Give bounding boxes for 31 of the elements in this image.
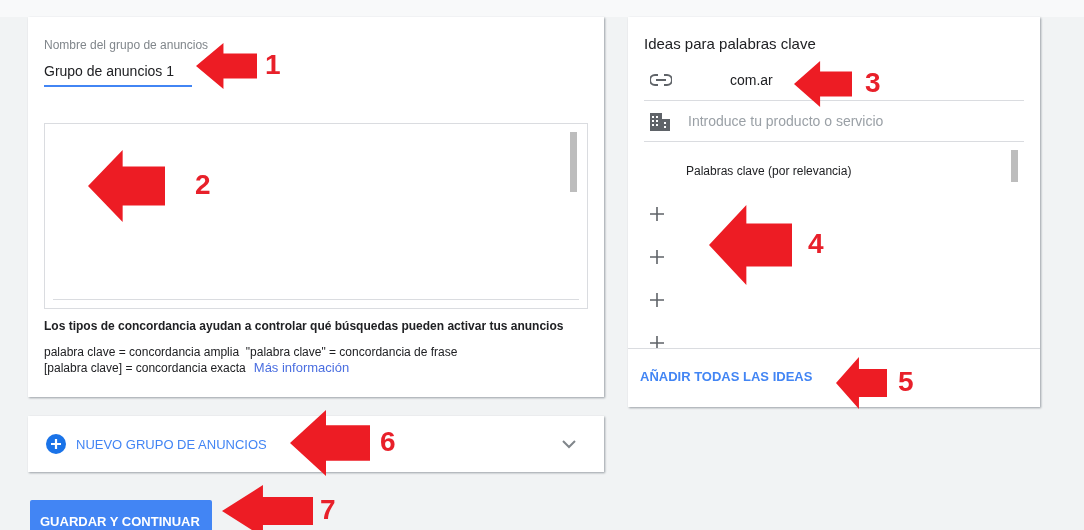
url-value[interactable]: com.ar: [690, 72, 773, 88]
ad-group-name-field[interactable]: Grupo de anuncios 1: [44, 57, 192, 87]
match-type-line: [palabra clave] = concordancia exacta: [44, 361, 246, 375]
annotation-number: 2: [195, 171, 211, 199]
new-ad-group-button[interactable]: NUEVO GRUPO DE ANUNCIOS: [46, 434, 267, 454]
add-all-ideas-button[interactable]: AÑADIR TODAS LAS IDEAS: [640, 369, 813, 384]
annotation-number: 3: [865, 69, 881, 97]
plus-icon[interactable]: [650, 206, 664, 221]
annotation-number: 6: [380, 428, 396, 456]
link-icon: [650, 74, 672, 86]
building-icon: [650, 111, 670, 131]
plus-icon[interactable]: [650, 335, 664, 348]
annotation-number: 4: [808, 230, 824, 258]
card-title: Ideas para palabras clave: [644, 35, 816, 52]
plus-icon[interactable]: [650, 292, 664, 307]
annotation-arrow: [836, 357, 887, 409]
annotation-number: 7: [320, 496, 336, 524]
chevron-icon[interactable]: [562, 439, 576, 449]
scrollbar-thumb[interactable]: [1011, 150, 1018, 182]
more-info-link[interactable]: Más información: [253, 360, 350, 375]
field-label: Nombre del grupo de anuncios: [44, 38, 209, 52]
save-continue-button[interactable]: GUARDAR Y CONTINUAR: [30, 500, 212, 530]
match-types-heading: Los tipos de concordancia ayudan a controlar qué búsquedas pueden activar tus anuncios: [44, 319, 564, 333]
annotation-number: 5: [898, 368, 914, 396]
match-type-line: palabra clave = concordancia amplia "palabra clave" = concordancia de frase: [44, 344, 458, 360]
scrollbar-thumb[interactable]: [570, 132, 577, 192]
annotation-arrow: [794, 61, 852, 107]
plus-icon[interactable]: [650, 249, 664, 264]
plus-circle-icon: [46, 434, 66, 454]
annotation-number: 1: [265, 51, 281, 79]
column-header: Palabras clave (por relevancia): [686, 164, 852, 178]
